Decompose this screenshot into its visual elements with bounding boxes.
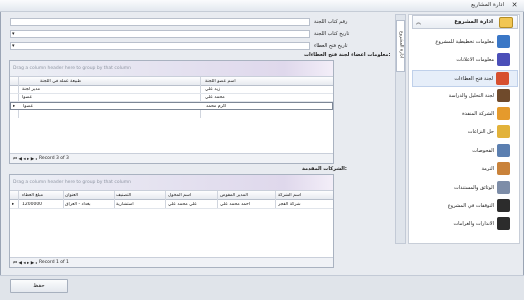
chevron-down-icon[interactable]: ▾ bbox=[12, 43, 15, 49]
save-button[interactable]: حفظ bbox=[10, 279, 68, 293]
folder-icon bbox=[499, 17, 513, 28]
tab-project-management[interactable]: ادارة المشروع bbox=[396, 20, 405, 72]
nav-item-label: الشركة المنفذة bbox=[462, 111, 494, 117]
grid-header: اسم الشركة المدير المفوض اسم المخول التص… bbox=[10, 191, 333, 200]
book-date-field[interactable]: ▾ bbox=[10, 30, 310, 38]
nav-item-label: الانذارات والغرامات bbox=[453, 221, 494, 227]
nav-item-label: لجنة فتح العطاءات bbox=[454, 76, 493, 82]
nav-item-label: لجنة التحليل والدراسة bbox=[448, 93, 494, 99]
nav-item-label: الترمة bbox=[481, 166, 494, 172]
nav-item[interactable]: الانذارات والغرامات bbox=[412, 216, 518, 233]
pencil-icon bbox=[497, 162, 510, 175]
opening-date-label: تاريخ فتح العطاء bbox=[314, 43, 348, 49]
tab-label: ادارة المشروع bbox=[398, 30, 404, 59]
table-row[interactable]: محمد علي عضوا bbox=[10, 94, 333, 102]
folder-icon bbox=[497, 125, 510, 138]
nav-item[interactable]: لجنة التحليل والدراسة bbox=[412, 88, 518, 105]
group-panel[interactable]: Drag a column header here to group by th… bbox=[10, 61, 333, 77]
record-counter: Record 3 of 3 bbox=[37, 156, 71, 161]
cube-icon bbox=[497, 53, 510, 66]
nav-item[interactable]: لجنة فتح العطاءات bbox=[412, 70, 518, 87]
column-header-address[interactable]: العنوان bbox=[65, 193, 113, 198]
company-icon bbox=[497, 107, 510, 120]
member-role-cell[interactable]: عضوا bbox=[22, 95, 122, 100]
amount-cell[interactable]: 1200000 bbox=[22, 202, 62, 207]
company-cell[interactable]: شركة الفجر bbox=[278, 202, 330, 207]
member-name-cell[interactable]: اكرم محمد bbox=[206, 104, 306, 109]
nav-item-label: التوقفات في المشروع bbox=[447, 203, 494, 209]
category-cell[interactable]: استشارية bbox=[116, 202, 166, 207]
nav-item[interactable]: الفحوصات bbox=[412, 143, 518, 160]
address-cell[interactable]: بغداد - العراق bbox=[65, 202, 113, 207]
column-header-company[interactable]: اسم الشركة bbox=[278, 193, 330, 198]
checklist-icon bbox=[497, 144, 510, 157]
committee-icon bbox=[496, 72, 509, 85]
companies-grid: Drag a column header here to group by th… bbox=[9, 174, 334, 268]
group-hint: Drag a column header here to group by th… bbox=[13, 180, 131, 185]
column-header-category[interactable]: التصنيف bbox=[116, 193, 166, 198]
title-bar bbox=[0, 0, 524, 12]
column-header-amount[interactable]: مبلغ العطاء bbox=[22, 193, 62, 198]
row-indicator-icon: ▸ bbox=[13, 104, 16, 109]
column-header-member-name[interactable]: اسم عضو اللجنة bbox=[205, 79, 305, 84]
window-title: ادارة المشاريع bbox=[471, 2, 504, 8]
group-panel[interactable]: Drag a column header here to group by th… bbox=[10, 175, 333, 191]
column-header-authorized[interactable]: اسم المخول bbox=[168, 193, 218, 198]
table-row[interactable]: زيد علي مدير لجنة bbox=[10, 86, 333, 94]
member-name-cell[interactable]: زيد علي bbox=[205, 87, 305, 92]
grid-header: اسم عضو اللجنة طبيعة عمله في اللجنة bbox=[10, 77, 333, 86]
book-number-label: رقم كتاب اللجنة bbox=[314, 19, 348, 25]
nav-group-header[interactable]: ︽ ادارة المشروع bbox=[412, 15, 518, 29]
nav-group-label: ادارة المشروع bbox=[454, 19, 493, 25]
member-name-cell[interactable]: محمد علي bbox=[205, 95, 305, 100]
nav-item-label: الوثائق والمستندات bbox=[454, 185, 494, 191]
record-counter: Record 1 of 1 bbox=[37, 260, 71, 265]
analysis-icon bbox=[497, 89, 510, 102]
nav-item[interactable]: الوثائق والمستندات bbox=[412, 180, 518, 197]
documents-icon bbox=[497, 181, 510, 194]
member-role-cell[interactable]: عضوا bbox=[23, 104, 123, 109]
companies-record-navigator: ⏮ ◀ ◂ ▸ ▶ ⏭ + − ▴ ✓ ✕ Record 1 of 1 bbox=[10, 257, 333, 267]
nav-item-label: معلومات الاعلانات bbox=[456, 57, 494, 63]
row-indicator-icon: ▸ bbox=[12, 202, 15, 207]
calendar-icon bbox=[497, 35, 510, 48]
nav-item[interactable]: التوقفات في المشروع bbox=[412, 198, 518, 215]
manager-cell[interactable]: احمد محمد علي bbox=[220, 202, 272, 207]
traffic-light-icon bbox=[497, 217, 510, 230]
table-row[interactable]: شركة الفجر احمد محمد علي علي محمد علي استشا… bbox=[10, 200, 333, 209]
traffic-light-icon bbox=[497, 199, 510, 212]
nav-item[interactable]: حل النزاعات bbox=[412, 124, 518, 141]
members-grid: Drag a column header here to group by th… bbox=[9, 60, 334, 164]
member-role-cell[interactable]: مدير لجنة bbox=[22, 87, 122, 92]
nav-item[interactable]: الشركة المنفذة bbox=[412, 106, 518, 123]
nav-item-label: معلومات تخطيطية للمشروع bbox=[435, 39, 494, 45]
column-header-member-role[interactable]: طبيعة عمله في اللجنة bbox=[40, 79, 140, 84]
chevron-up-icon[interactable]: ︽ bbox=[416, 19, 421, 26]
book-date-label: تاريخ كتاب اللجنة bbox=[314, 31, 350, 37]
group-hint: Drag a column header here to group by th… bbox=[13, 66, 131, 71]
nav-item[interactable]: معلومات الاعلانات bbox=[412, 52, 518, 69]
book-number-field[interactable] bbox=[10, 18, 310, 26]
bottom-bar bbox=[0, 275, 524, 300]
nav-item-label: حل النزاعات bbox=[467, 129, 494, 135]
authorized-cell[interactable]: علي محمد علي bbox=[168, 202, 218, 207]
nav-item-label: الفحوصات bbox=[472, 148, 494, 154]
table-row[interactable]: اكرم محمد عضوا ▸ bbox=[10, 102, 333, 110]
opening-date-field[interactable]: ▾ bbox=[10, 42, 310, 50]
chevron-down-icon[interactable]: ▾ bbox=[12, 31, 15, 37]
members-record-navigator: ⏮ ◀ ◂ ▸ ▶ ⏭ + − ▴ ✓ ✕ Record 3 of 3 bbox=[10, 153, 333, 163]
companies-grid-caption: الشركات المقدمة: bbox=[302, 166, 347, 172]
column-header-manager[interactable]: المدير المفوض bbox=[220, 193, 272, 198]
nav-item[interactable]: الترمة bbox=[412, 161, 518, 178]
members-grid-caption: معلومات اعضاء لجنة فتح العطاءات: bbox=[304, 52, 391, 58]
nav-item[interactable]: معلومات تخطيطية للمشروع bbox=[412, 34, 518, 51]
close-icon[interactable]: ✕ bbox=[510, 1, 519, 10]
